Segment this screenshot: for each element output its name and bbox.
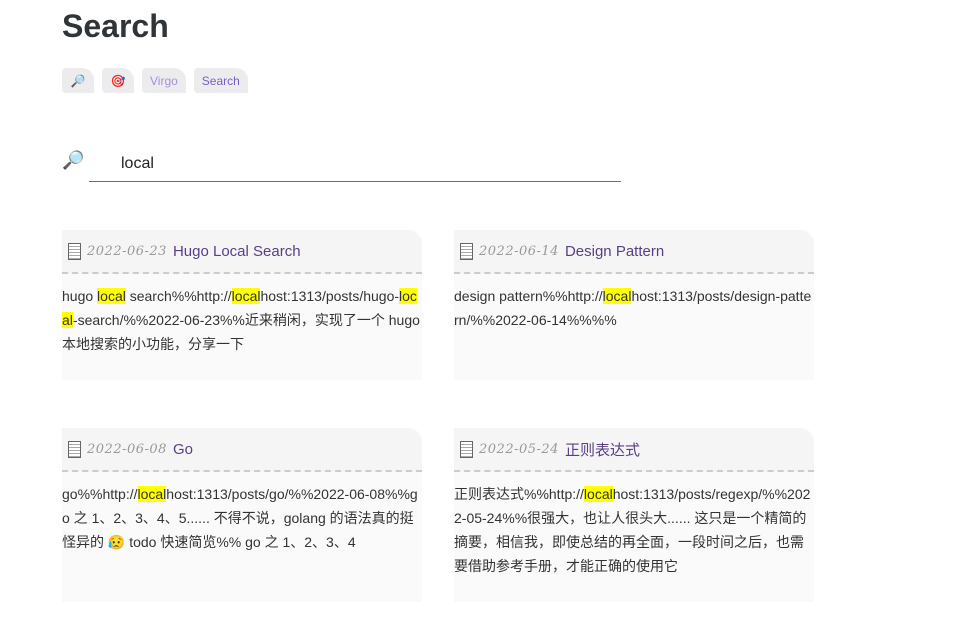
target-icon[interactable]: 🎯 bbox=[102, 68, 134, 93]
result-card: 2022-06-23 Hugo Local Search hugo local se… bbox=[62, 230, 422, 380]
card-header: 2022-06-08 Go bbox=[62, 428, 422, 472]
highlighted-match: local bbox=[97, 288, 126, 304]
snippet-text: host:1313/posts/hugo- bbox=[260, 288, 400, 304]
result-title-link[interactable]: Go bbox=[173, 441, 193, 458]
result-snippet: design pattern%%http://localhost:1313/po… bbox=[454, 274, 814, 338]
result-title-link[interactable]: 正则表达式 bbox=[565, 439, 640, 460]
result-date: 2022-05-24 bbox=[479, 441, 559, 457]
result-date: 2022-06-23 bbox=[87, 243, 167, 259]
result-snippet: 正则表达式%%http://localhost:1313/posts/regex… bbox=[454, 472, 814, 584]
snippet-text: hugo bbox=[62, 288, 98, 304]
document-icon bbox=[460, 440, 473, 458]
search-icon: 🔎 bbox=[62, 150, 85, 171]
tag-virgo[interactable]: Virgo bbox=[142, 68, 186, 93]
tag-search[interactable]: Search bbox=[193, 68, 248, 93]
document-icon bbox=[460, 242, 473, 260]
result-title-link[interactable]: Design Pattern bbox=[565, 243, 664, 260]
page-title: Search bbox=[62, 8, 169, 44]
result-card: 2022-06-14 Design Pattern design pattern%%… bbox=[454, 230, 814, 380]
result-card: 2022-05-24 正则表达式正则表达式%%http://localhost:1… bbox=[454, 428, 814, 602]
highlighted-match: local bbox=[231, 288, 261, 304]
document-icon bbox=[68, 440, 81, 458]
card-header: 2022-05-24 正则表达式 bbox=[454, 428, 814, 472]
snippet-text: search%%http:// bbox=[125, 288, 232, 304]
snippet-text: design pattern%%http:// bbox=[454, 288, 603, 304]
result-snippet: go%%http://localhost:1313/posts/go/%%202… bbox=[62, 472, 422, 560]
card-header: 2022-06-14 Design Pattern bbox=[454, 230, 814, 274]
highlighted-match: local bbox=[583, 486, 613, 502]
tag-list: 🔎 🎯 Virgo Search bbox=[62, 68, 248, 93]
result-snippet: hugo local search%%http://localhost:1313… bbox=[62, 274, 422, 362]
result-date: 2022-06-08 bbox=[87, 441, 167, 457]
snippet-text: -search/%%2022-06-23%%近来稍闲，实现了一个 hugo 本地… bbox=[62, 312, 420, 352]
highlighted-match: local bbox=[137, 486, 167, 502]
document-icon bbox=[68, 242, 81, 260]
result-card: 2022-06-08 Go go%%http://localhost:1313/po… bbox=[62, 428, 422, 602]
card-header: 2022-06-23 Hugo Local Search bbox=[62, 230, 422, 274]
snippet-text: 正则表达式%%http:// bbox=[454, 486, 584, 502]
highlighted-match: local bbox=[602, 288, 632, 304]
result-date: 2022-06-14 bbox=[479, 243, 559, 259]
search-input[interactable] bbox=[89, 146, 621, 182]
snippet-text: go%%http:// bbox=[62, 486, 138, 502]
magnifier-icon[interactable]: 🔎 bbox=[62, 68, 94, 93]
result-title-link[interactable]: Hugo Local Search bbox=[173, 243, 301, 260]
